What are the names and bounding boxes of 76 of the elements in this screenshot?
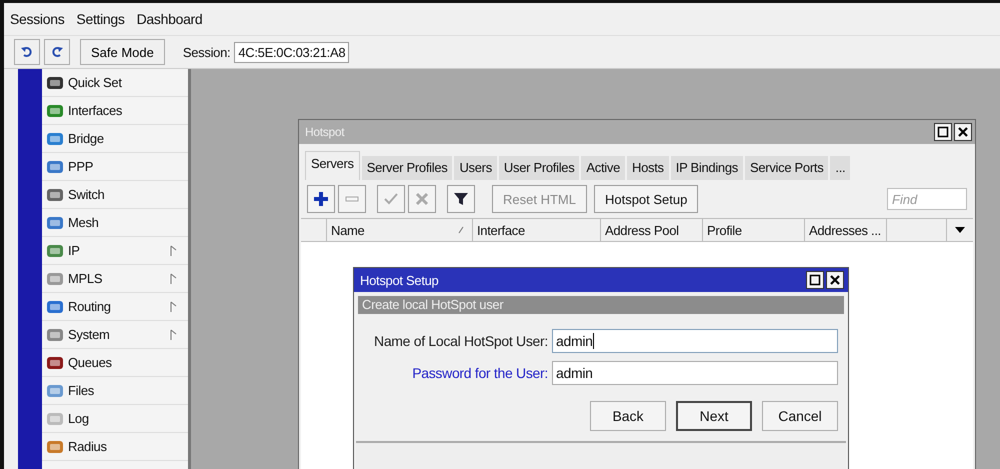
- sidebar-item[interactable]: MPLS: [42, 265, 188, 293]
- safe-mode-button[interactable]: Safe Mode: [80, 39, 165, 65]
- sidebar-item[interactable]: System: [42, 321, 188, 349]
- submenu-arrow-icon: [170, 244, 178, 256]
- sidebar-item[interactable]: Files: [42, 377, 188, 405]
- field-label: Name of Local HotSpot User:: [373, 333, 548, 349]
- input-field[interactable]: admin: [552, 329, 838, 353]
- find-field[interactable]: Find: [887, 188, 967, 210]
- column-header[interactable]: Address Pool: [601, 219, 703, 241]
- window-title: Hotspot: [305, 125, 344, 139]
- menu-icon: [46, 298, 64, 314]
- submenu-arrow-icon: [170, 272, 178, 284]
- tab[interactable]: Servers: [305, 151, 360, 180]
- sidebar-item[interactable]: Switch: [42, 181, 188, 209]
- tab[interactable]: Server Profiles: [362, 156, 452, 180]
- sidebar-item[interactable]: Interfaces: [42, 97, 188, 125]
- session-field: 4C:5E:0C:03:21:A8: [234, 42, 350, 62]
- menu-item[interactable]: Settings: [76, 11, 125, 27]
- menu-icon: [46, 74, 64, 90]
- menu-icon: [46, 326, 64, 342]
- sidebar-item[interactable]: Radius: [42, 433, 188, 461]
- undo-icon[interactable]: [14, 39, 40, 65]
- filter-icon: [453, 191, 469, 207]
- submenu-arrow-icon: [170, 328, 178, 340]
- column-header[interactable]: Name: [327, 219, 473, 241]
- sidebar-item[interactable]: PPP: [42, 153, 188, 181]
- dialog-title: Hotspot Setup: [360, 272, 438, 288]
- dialog-button[interactable]: Cancel: [762, 401, 838, 431]
- tab[interactable]: User Profiles: [498, 156, 580, 180]
- close-icon[interactable]: [826, 271, 844, 289]
- dialog-subtitle: Create local HotSpot user: [358, 296, 844, 314]
- check-icon: [383, 191, 399, 207]
- sidebar-item[interactable]: Quick Set: [42, 69, 188, 97]
- menu-icon: [46, 130, 64, 146]
- sidebar-item[interactable]: Routing: [42, 293, 188, 321]
- tab[interactable]: Service Ports: [745, 156, 828, 180]
- menu-icon: [46, 102, 64, 118]
- sidebar-item[interactable]: Queues: [42, 349, 188, 377]
- maximize-icon[interactable]: [934, 123, 952, 141]
- toolbar-button[interactable]: Hotspot Setup: [594, 185, 698, 213]
- session-label: Session:: [182, 44, 230, 60]
- menu-icon: [46, 438, 64, 454]
- sidebar-item[interactable]: Log: [42, 405, 188, 433]
- menu-icon: [46, 354, 64, 370]
- sidebar-item[interactable]: Bridge: [42, 125, 188, 153]
- x-icon: [414, 191, 430, 207]
- column-header[interactable]: Addresses ...: [805, 219, 887, 241]
- tab[interactable]: Users: [454, 156, 497, 180]
- menu-icon: [46, 214, 64, 230]
- tab[interactable]: IP Bindings: [670, 156, 743, 180]
- menu-icon: [46, 410, 64, 426]
- plus-icon: [313, 191, 329, 207]
- tab[interactable]: Hosts: [627, 156, 669, 180]
- menu-icon: [46, 186, 64, 202]
- menu-icon: [46, 270, 64, 286]
- input-field[interactable]: admin: [552, 361, 838, 385]
- maximize-icon[interactable]: [806, 271, 824, 289]
- tab[interactable]: Active: [581, 156, 626, 180]
- menu-item[interactable]: Dashboard: [136, 11, 202, 27]
- close-icon[interactable]: [954, 123, 972, 141]
- field-label: Password for the User:: [411, 365, 548, 381]
- dialog-button[interactable]: Next: [676, 401, 752, 431]
- sidebar-item[interactable]: Mesh: [42, 209, 188, 237]
- menu-icon: [46, 158, 64, 174]
- add-button[interactable]: [307, 185, 335, 213]
- tab[interactable]: ...: [830, 156, 850, 180]
- menu-item[interactable]: Sessions: [10, 11, 64, 27]
- sidebar-item[interactable]: IP: [42, 237, 188, 265]
- dialog-button[interactable]: Back: [590, 401, 666, 431]
- filter-button[interactable]: [447, 185, 475, 213]
- menu-icon: [46, 242, 64, 258]
- column-header[interactable]: Profile: [703, 219, 805, 241]
- column-header[interactable]: Interface: [473, 219, 601, 241]
- menu-icon: [46, 382, 64, 398]
- redo-icon[interactable]: [44, 39, 70, 65]
- submenu-arrow-icon: [170, 300, 178, 312]
